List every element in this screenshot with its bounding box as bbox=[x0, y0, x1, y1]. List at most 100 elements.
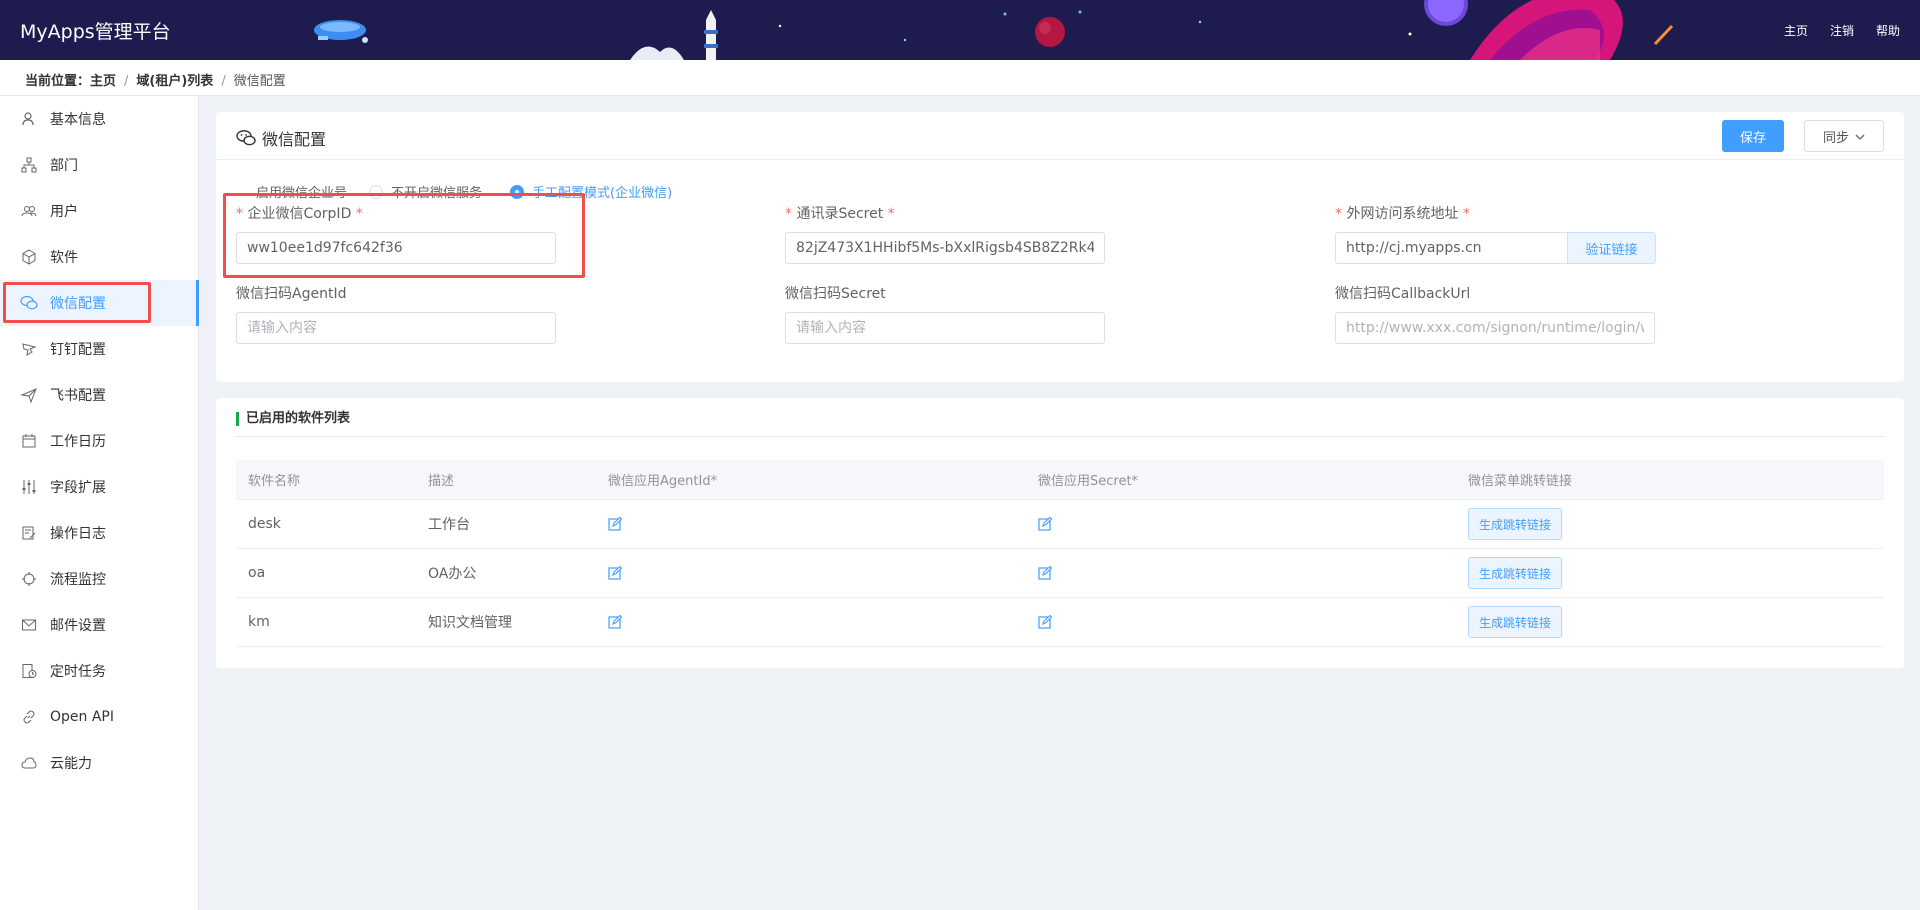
wechat-mode-radio-group: 启用微信企业号 不开启微信服务 手工配置模式(企业微信) bbox=[256, 182, 700, 201]
generate-link-button[interactable]: 生成跳转链接 bbox=[1468, 557, 1563, 589]
corpid-input[interactable] bbox=[236, 232, 556, 264]
card-title-text: 微信配置 bbox=[262, 130, 327, 149]
generate-link-button[interactable]: 生成跳转链接 bbox=[1468, 606, 1563, 638]
scan-agentid-input[interactable] bbox=[236, 312, 556, 344]
external-url-label: * 外网访问系统地址 * bbox=[1335, 206, 1470, 222]
contacts-secret-label: * 通讯录Secret * bbox=[785, 206, 895, 222]
edit-agentid-icon[interactable] bbox=[608, 517, 622, 531]
nav-help-link[interactable]: 帮助 bbox=[1876, 22, 1900, 39]
link-icon bbox=[20, 708, 38, 726]
sidebar-item-label: 基本信息 bbox=[50, 112, 106, 128]
sidebar-item-department[interactable]: 部门 bbox=[0, 142, 199, 188]
edit-agentid-icon[interactable] bbox=[608, 566, 622, 580]
corpid-label: * 企业微信CorpID * bbox=[236, 206, 363, 222]
sidebar-item-process-monitor[interactable]: 流程监控 bbox=[0, 556, 199, 602]
cube-icon bbox=[20, 248, 38, 266]
app-brand: MyApps管理平台 bbox=[20, 21, 171, 43]
breadcrumb-prefix: 当前位置： bbox=[25, 74, 91, 89]
breadcrumb-separator: / bbox=[124, 74, 129, 89]
edit-secret-icon[interactable] bbox=[1038, 517, 1052, 531]
callback-url-input[interactable] bbox=[1335, 312, 1655, 344]
edit-secret-icon[interactable] bbox=[1038, 566, 1052, 580]
breadcrumb-separator: / bbox=[221, 74, 226, 89]
scan-secret-input[interactable] bbox=[785, 312, 1105, 344]
column-header: 微信应用AgentId* bbox=[608, 474, 718, 489]
software-desc-cell: 工作台 bbox=[428, 517, 470, 533]
sidebar-item-wechat-config[interactable]: 微信配置 bbox=[0, 280, 199, 326]
nav-logout-link[interactable]: 注销 bbox=[1830, 22, 1854, 39]
user-icon bbox=[20, 110, 38, 128]
sidebar-item-label: 定时任务 bbox=[50, 664, 106, 680]
software-name-cell: km bbox=[248, 614, 270, 630]
edit-secret-icon[interactable] bbox=[1038, 615, 1052, 629]
breadcrumb-tenant-list[interactable]: 域(租户)列表 bbox=[136, 74, 213, 89]
external-url-input[interactable] bbox=[1335, 232, 1568, 264]
enabled-software-card: 已启用的软件列表 软件名称 描述 微信应用AgentId* 微信应用Secret… bbox=[216, 398, 1904, 668]
callback-url-label: 微信扫码CallbackUrl bbox=[1335, 286, 1471, 302]
breadcrumb-home[interactable]: 主页 bbox=[90, 74, 116, 89]
generate-link-button[interactable]: 生成跳转链接 bbox=[1468, 508, 1563, 540]
software-name-cell: oa bbox=[248, 565, 266, 581]
chevron-down-icon bbox=[1855, 129, 1865, 144]
mail-icon bbox=[20, 616, 38, 634]
sidebar-item-operation-log[interactable]: 操作日志 bbox=[0, 510, 199, 556]
calendar-icon bbox=[20, 432, 38, 450]
users-icon bbox=[20, 202, 38, 220]
sidebar-item-feishu-config[interactable]: 飞书配置 bbox=[0, 372, 199, 418]
wechat-icon bbox=[236, 129, 256, 147]
paper-plane-icon bbox=[20, 386, 38, 404]
org-chart-icon bbox=[20, 156, 38, 174]
sidebar-item-label: 部门 bbox=[50, 158, 78, 174]
sidebar-item-label: 软件 bbox=[50, 250, 78, 266]
sidebar-item-basic-info[interactable]: 基本信息 bbox=[0, 96, 199, 142]
table-row: oa OA办公 生成跳转链接 bbox=[236, 549, 1884, 598]
sidebar-item-scheduled-tasks[interactable]: 定时任务 bbox=[0, 648, 199, 694]
verify-link-button[interactable]: 验证链接 bbox=[1568, 232, 1656, 264]
scan-agentid-label: 微信扫码AgentId bbox=[236, 286, 347, 302]
software-name-cell: desk bbox=[248, 516, 281, 532]
card-header: 微信配置 保存 同步 bbox=[216, 112, 1904, 160]
sync-dropdown-button[interactable]: 同步 bbox=[1804, 120, 1884, 152]
radio-dot bbox=[510, 184, 525, 199]
radio-dot bbox=[369, 184, 384, 199]
sidebar-item-cloud-capability[interactable]: 云能力 bbox=[0, 740, 199, 786]
sidebar: 基本信息 部门 用户 软件 微信配置 钉钉配置 飞书配置 工作日历 字段扩展 操… bbox=[0, 96, 199, 910]
column-header: 微信应用Secret* bbox=[1038, 474, 1139, 489]
save-button[interactable]: 保存 bbox=[1722, 120, 1784, 152]
column-header: 微信菜单跳转链接 bbox=[1468, 474, 1573, 489]
contacts-secret-input[interactable] bbox=[785, 232, 1105, 264]
target-icon bbox=[20, 570, 38, 588]
sidebar-item-label: 用户 bbox=[50, 204, 78, 220]
sidebar-item-users[interactable]: 用户 bbox=[0, 188, 199, 234]
sidebar-item-label: 字段扩展 bbox=[50, 480, 106, 496]
radio-label: 手工配置模式(企业微信) bbox=[532, 186, 673, 201]
table-row: desk 工作台 生成跳转链接 bbox=[236, 500, 1884, 549]
software-desc-cell: 知识文档管理 bbox=[428, 615, 512, 631]
breadcrumb-current: 微信配置 bbox=[233, 74, 286, 89]
top-header: MyApps管理平台 主页 注销 帮助 bbox=[0, 0, 1920, 60]
column-header: 描述 bbox=[428, 474, 455, 489]
software-desc-cell: OA办公 bbox=[428, 566, 477, 582]
software-list-title: 已启用的软件列表 bbox=[236, 412, 350, 426]
radio-disable-wechat[interactable]: 不开启微信服务 bbox=[369, 182, 482, 201]
nav-home-link[interactable]: 主页 bbox=[1784, 22, 1808, 39]
sidebar-item-label: 钉钉配置 bbox=[50, 342, 106, 358]
sidebar-item-dingtalk-config[interactable]: 钉钉配置 bbox=[0, 326, 199, 372]
sidebar-item-label: 飞书配置 bbox=[50, 388, 106, 404]
sidebar-item-mail-settings[interactable]: 邮件设置 bbox=[0, 602, 199, 648]
sliders-icon bbox=[20, 478, 38, 496]
log-edit-icon bbox=[20, 524, 38, 542]
sidebar-item-field-extension[interactable]: 字段扩展 bbox=[0, 464, 199, 510]
sidebar-item-software[interactable]: 软件 bbox=[0, 234, 199, 280]
radio-manual-config[interactable]: 手工配置模式(企业微信) bbox=[510, 182, 672, 201]
cloud-icon bbox=[20, 754, 38, 772]
sidebar-item-label: 工作日历 bbox=[50, 434, 106, 450]
sidebar-item-open-api[interactable]: Open API bbox=[0, 694, 199, 740]
edit-agentid-icon[interactable] bbox=[608, 615, 622, 629]
sidebar-item-label: 操作日志 bbox=[50, 526, 106, 542]
header-nav: 主页 注销 帮助 bbox=[1784, 22, 1900, 39]
space-illustration bbox=[314, 0, 1674, 60]
sidebar-item-label: 邮件设置 bbox=[50, 618, 106, 634]
breadcrumb: 当前位置：主页 / 域(租户)列表 / 微信配置 bbox=[0, 60, 1920, 96]
sidebar-item-work-calendar[interactable]: 工作日历 bbox=[0, 418, 199, 464]
